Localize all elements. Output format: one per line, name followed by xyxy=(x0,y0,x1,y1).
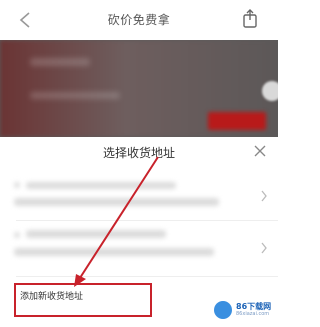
background-circle xyxy=(262,81,278,101)
blurred-address-detail xyxy=(14,198,219,206)
highlight-box xyxy=(14,283,152,317)
sheet-title: 选择收货地址 xyxy=(102,146,175,160)
address-item[interactable] xyxy=(0,226,278,266)
background-button xyxy=(208,112,266,130)
blurred-address-detail xyxy=(14,248,214,256)
watermark: 86下载网 86xiazai.com xyxy=(214,299,274,321)
close-icon[interactable] xyxy=(254,145,266,157)
dimmed-background xyxy=(0,40,278,137)
watermark-logo xyxy=(214,301,232,319)
share-icon[interactable] xyxy=(242,9,258,29)
blurred-text xyxy=(30,92,120,99)
divider xyxy=(16,276,278,277)
blurred-address-name xyxy=(26,182,176,189)
nav-bar: 砍价免费拿 xyxy=(0,0,278,40)
chevron-right-icon xyxy=(261,242,267,254)
blurred-address-name xyxy=(14,232,20,238)
divider xyxy=(16,220,278,221)
watermark-subtext: 86xiazai.com xyxy=(236,311,270,317)
address-item[interactable] xyxy=(0,176,278,216)
blurred-address-name xyxy=(14,182,20,188)
page-title: 砍价免费拿 xyxy=(107,13,171,27)
chevron-right-icon xyxy=(261,190,267,202)
blurred-text xyxy=(30,58,90,66)
blurred-address-name xyxy=(26,230,166,238)
